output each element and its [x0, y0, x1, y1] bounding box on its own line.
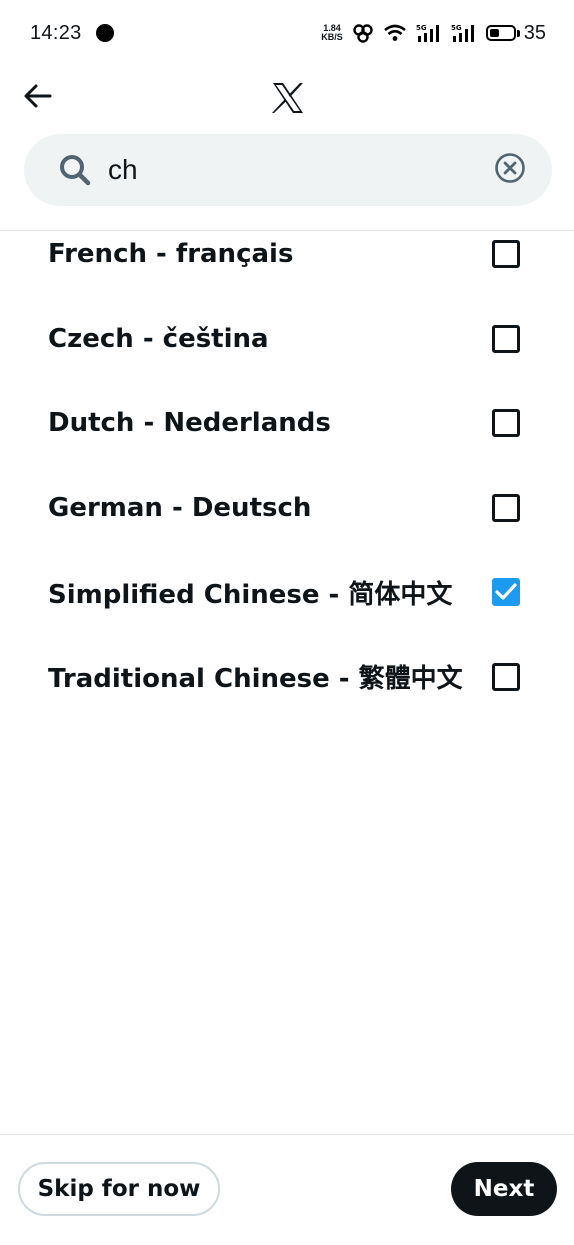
search-icon	[58, 150, 98, 190]
language-row-dutch[interactable]: Dutch - Nederlands	[0, 381, 574, 466]
clear-circle-icon	[494, 152, 526, 189]
header	[0, 70, 574, 128]
status-time: 14:23	[30, 21, 82, 44]
back-button[interactable]	[18, 78, 58, 118]
skip-button[interactable]: Skip for now	[18, 1162, 220, 1216]
checkbox[interactable]	[492, 324, 520, 353]
status-right: 1.84 KB/S 5G 5G 35	[321, 22, 546, 45]
language-row-german[interactable]: German - Deutsch	[0, 466, 574, 551]
checkbox[interactable]	[492, 662, 520, 691]
battery-tip	[516, 29, 520, 37]
language-label: French - français	[48, 239, 294, 270]
language-list: French - français Czech - čeština Dutch …	[0, 212, 574, 719]
arrow-left-icon	[23, 83, 53, 114]
battery-level: 35	[523, 21, 546, 44]
checkmark-icon	[495, 583, 517, 600]
svg-text:5G: 5G	[416, 24, 427, 32]
status-left: 14:23	[30, 22, 114, 45]
footer-divider	[0, 1134, 574, 1135]
link-icon	[352, 23, 374, 43]
net-speed-unit: KB/S	[321, 32, 343, 42]
signal-5g-icon: 5G	[451, 23, 477, 43]
clear-search-button[interactable]	[492, 152, 528, 188]
language-label: Traditional Chinese - 繁體中文	[48, 664, 463, 695]
status-bar: 14:23 1.84 KB/S 5G 5G 35	[0, 0, 574, 66]
checkbox[interactable]	[492, 240, 520, 269]
net-speed: 1.84 KB/S	[321, 24, 343, 42]
language-label: Simplified Chinese - 简体中文	[48, 579, 453, 610]
language-row-czech[interactable]: Czech - čeština	[0, 297, 574, 382]
search-input[interactable]	[108, 154, 492, 186]
language-label: Czech - čeština	[48, 323, 269, 354]
notification-dot-icon	[95, 24, 114, 42]
wifi-icon	[383, 24, 407, 42]
battery-body	[485, 25, 516, 41]
screen: 14:23 1.84 KB/S 5G 5G 35 ch French - fra…	[0, 0, 574, 1245]
language-label: Dutch - Nederlands	[48, 408, 331, 439]
checkbox-checked[interactable]	[492, 578, 520, 607]
next-button[interactable]: Next	[451, 1162, 557, 1216]
svg-text:5G: 5G	[451, 24, 462, 32]
language-row-simplified-chinese[interactable]: Simplified Chinese - 简体中文	[0, 550, 574, 635]
x-logo-icon	[268, 80, 308, 116]
language-row-traditional-chinese[interactable]: Traditional Chinese - 繁體中文	[0, 635, 574, 720]
checkbox[interactable]	[492, 493, 520, 522]
battery-icon: 35	[485, 21, 546, 45]
language-label: German - Deutsch	[48, 492, 312, 523]
search-bar[interactable]	[24, 134, 552, 206]
signal-5g-icon: 5G	[416, 23, 442, 43]
language-row-french[interactable]: French - français	[0, 212, 574, 297]
checkbox[interactable]	[492, 409, 520, 438]
